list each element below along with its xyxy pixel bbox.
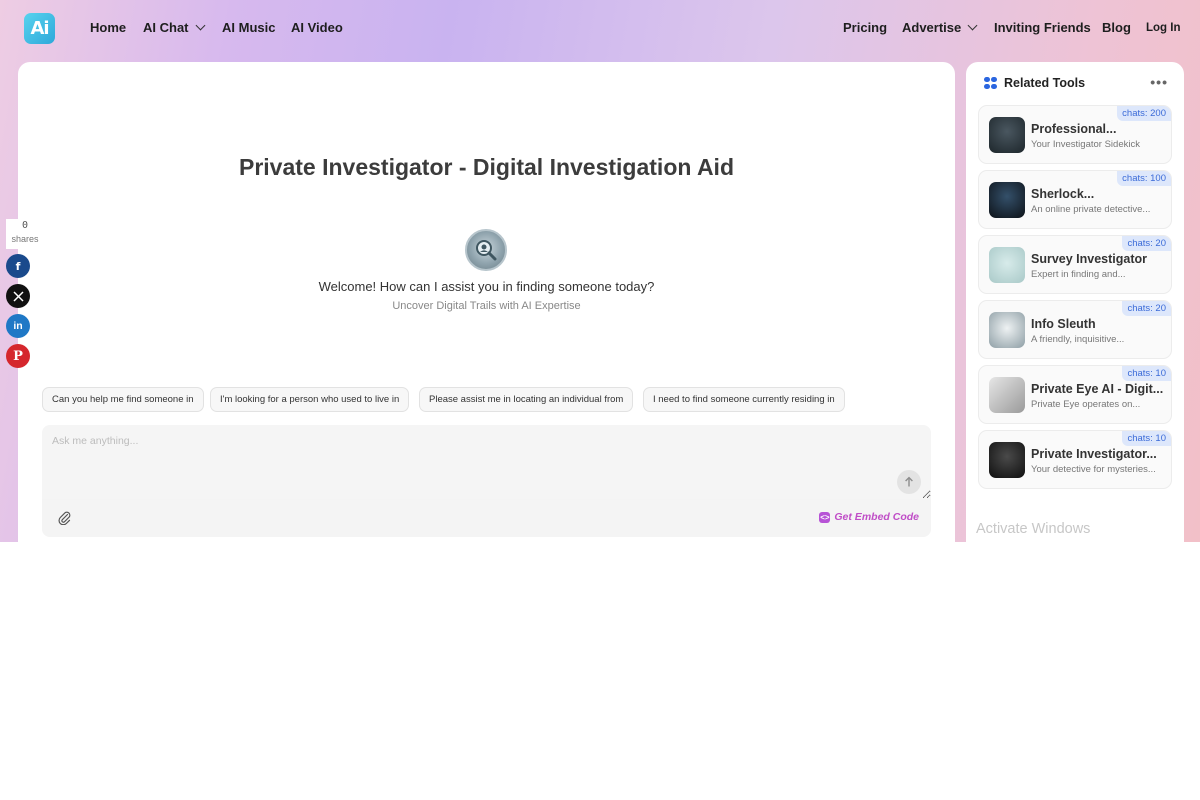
tool-thumbnail <box>989 247 1025 283</box>
nav-pricing-label: Pricing <box>843 20 888 35</box>
grid-dots-icon <box>984 76 997 90</box>
pinterest-share-button[interactable]: P <box>6 344 30 368</box>
composer-footer: <> Get Embed Code <box>42 499 931 537</box>
chat-count-badge: chats: 20 <box>1122 301 1171 316</box>
facebook-share-button[interactable]: f <box>6 254 30 278</box>
chat-count-badge: chats: 20 <box>1122 236 1171 251</box>
attach-button[interactable] <box>56 509 74 527</box>
tool-name: Info Sleuth <box>1031 317 1096 331</box>
bot-avatar <box>465 229 507 271</box>
tool-thumbnail <box>989 377 1025 413</box>
nav-blog[interactable]: Blog <box>1102 20 1131 35</box>
suggestion-chip[interactable]: Can you help me find someone in <box>42 387 204 412</box>
login-link[interactable]: Log In <box>1146 22 1181 34</box>
chat-count-badge: chats: 100 <box>1117 171 1171 186</box>
nav-ai-chat-label: AI Chat <box>143 20 189 35</box>
tool-card[interactable]: Private Eye AI - Digit... Private Eye op… <box>978 365 1172 424</box>
message-composer: <> Get Embed Code <box>42 425 931 537</box>
nav-inviting-friends[interactable]: Inviting Friends <box>994 20 1091 35</box>
tool-description: Expert in finding and... <box>1031 269 1126 280</box>
nav-ai-video[interactable]: AI Video <box>291 20 343 35</box>
tool-card[interactable]: Private Investigator... Your detective f… <box>978 430 1172 489</box>
get-embed-code-link[interactable]: <> Get Embed Code <box>819 511 919 523</box>
paperclip-icon <box>58 511 71 525</box>
tool-description: Your Investigator Sidekick <box>1031 139 1140 150</box>
tool-description: Your detective for mysteries... <box>1031 464 1156 475</box>
tool-card[interactable]: Info Sleuth A friendly, inquisitive... c… <box>978 300 1172 359</box>
chat-count-badge: chats: 10 <box>1122 431 1171 446</box>
login-label: Log In <box>1146 22 1181 34</box>
suggestion-chip[interactable]: Please assist me in locating an individu… <box>419 387 634 412</box>
tool-card[interactable]: Sherlock... An online private detective.… <box>978 170 1172 229</box>
tool-card[interactable]: Survey Investigator Expert in finding an… <box>978 235 1172 294</box>
tool-thumbnail <box>989 117 1025 153</box>
pinterest-icon: P <box>13 348 23 364</box>
tool-thumbnail <box>989 312 1025 348</box>
chevron-down-icon <box>195 20 205 31</box>
nav-advertise-label: Advertise <box>902 20 962 35</box>
tool-description: An online private detective... <box>1031 204 1151 215</box>
code-icon: <> <box>819 511 831 523</box>
tool-thumbnail <box>989 182 1025 218</box>
nav-ai-music[interactable]: AI Music <box>222 20 275 35</box>
share-count: 0 <box>21 220 29 231</box>
message-input[interactable] <box>42 425 931 499</box>
nav-inviting-friends-label: Inviting Friends <box>994 20 1091 35</box>
page-title: Private Investigator - Digital Investiga… <box>238 154 735 180</box>
nav-home-label: Home <box>90 20 127 35</box>
nav-blog-label: Blog <box>1102 20 1131 35</box>
related-tools-panel: Related Tools ••• Professional... Your I… <box>966 62 1184 542</box>
page-background: Ai Home AI Chat AI Music AI Video Pricin… <box>0 0 1200 542</box>
tool-name: Professional... <box>1031 122 1117 136</box>
logo-text: Ai <box>30 18 49 39</box>
tool-card[interactable]: Professional... Your Investigator Sideki… <box>978 105 1172 164</box>
tagline: Uncover Digital Trails with AI Expertise <box>392 300 581 312</box>
arrow-up-icon <box>905 476 913 487</box>
nav-pricing[interactable]: Pricing <box>843 20 887 35</box>
facebook-icon: f <box>15 259 21 273</box>
nav-ai-video-label: AI Video <box>291 20 343 35</box>
site-logo[interactable]: Ai <box>24 13 55 44</box>
welcome-message: Welcome! How can I assist you in finding… <box>318 279 655 294</box>
activate-windows-watermark: Activate Windows <box>976 521 1091 537</box>
share-counter: 0 shares <box>6 219 44 249</box>
x-share-button[interactable] <box>6 284 30 308</box>
chat-panel: Private Investigator - Digital Investiga… <box>18 62 955 542</box>
tool-description: A friendly, inquisitive... <box>1031 334 1125 345</box>
chat-count-badge: chats: 200 <box>1117 106 1171 121</box>
tool-name: Survey Investigator <box>1031 252 1148 266</box>
magnifier-icon <box>476 240 497 261</box>
suggestion-chip[interactable]: I'm looking for a person who used to liv… <box>210 387 410 412</box>
linkedin-icon: in <box>13 320 23 332</box>
tool-thumbnail <box>989 442 1025 478</box>
nav-advertise[interactable]: Advertise <box>902 20 978 35</box>
tool-name: Private Investigator... <box>1031 447 1157 461</box>
more-options-icon[interactable]: ••• <box>1150 74 1168 90</box>
x-icon <box>12 290 24 302</box>
chevron-down-icon <box>967 20 978 31</box>
send-button[interactable] <box>897 470 921 494</box>
tool-name: Sherlock... <box>1031 187 1095 201</box>
related-tools-title: Related Tools <box>1004 76 1086 90</box>
related-tools-header: Related Tools <box>984 76 1085 90</box>
nav-ai-music-label: AI Music <box>222 20 276 35</box>
nav-home[interactable]: Home <box>90 20 126 35</box>
linkedin-share-button[interactable]: in <box>6 314 30 338</box>
nav-ai-chat[interactable]: AI Chat <box>143 20 205 35</box>
tool-description: Private Eye operates on... <box>1031 399 1141 410</box>
suggestion-chip[interactable]: I need to find someone currently residin… <box>643 387 845 412</box>
chat-count-badge: chats: 10 <box>1122 366 1171 381</box>
embed-label: Get Embed Code <box>834 511 919 523</box>
tool-name: Private Eye AI - Digit... <box>1031 382 1164 396</box>
share-label: shares <box>11 234 39 244</box>
